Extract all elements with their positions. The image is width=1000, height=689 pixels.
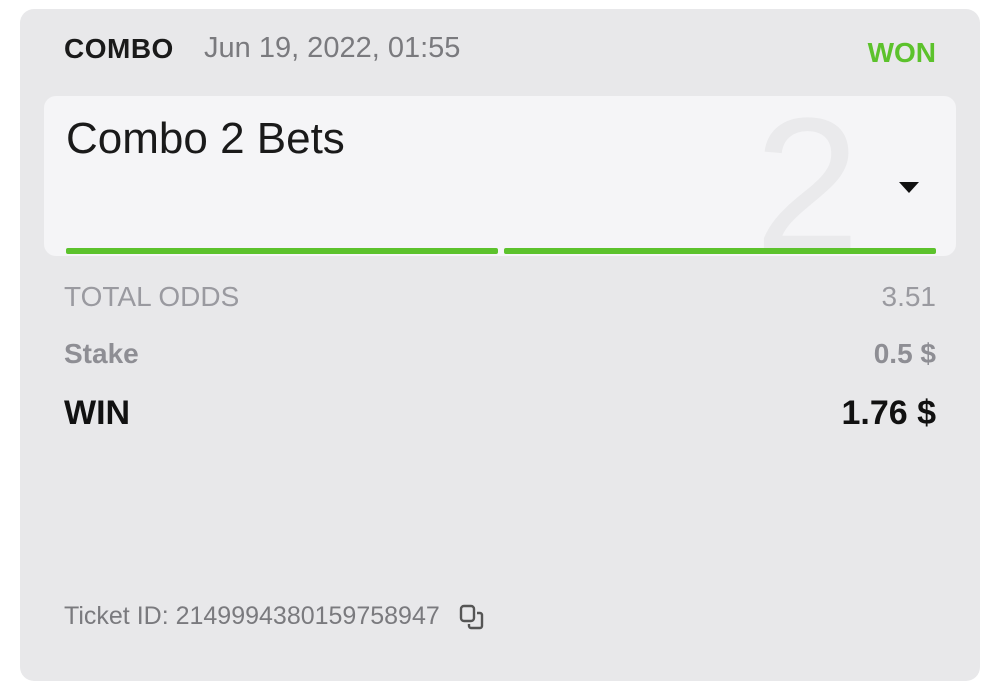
win-row: WIN 1.76 $ [64,394,936,433]
leg-status-bar [504,248,936,254]
legs-progress [66,248,936,254]
copy-icon[interactable] [458,603,486,631]
bet-type-label: COMBO [64,33,174,64]
combo-count-watermark: 2 [754,96,860,256]
stake-label: Stake [64,338,139,369]
status-badge: WON [867,37,936,68]
stake-row: Stake 0.5 $ [64,338,936,370]
bet-card: COMBO Jun 19, 2022, 01:55 WON 2 Combo 2 … [20,9,980,681]
bet-date: Jun 19, 2022, 01:55 [204,32,461,64]
combo-dropdown[interactable]: 2 Combo 2 Bets [44,96,956,256]
ticket-id: Ticket ID: 2149994380159758947 [64,602,440,630]
caret-down-icon[interactable] [899,182,919,193]
ticket-id-row: Ticket ID: 2149994380159758947 [64,602,486,631]
win-label: WIN [64,394,131,432]
leg-status-bar [66,248,498,254]
total-odds-value: 3.51 [881,281,937,312]
win-value: 1.76 $ [841,394,936,432]
combo-title: Combo 2 Bets [66,114,345,163]
total-odds-row: TOTAL ODDS 3.51 [64,281,936,313]
stake-value: 0.5 $ [873,338,936,369]
total-odds-label: TOTAL ODDS [64,281,240,312]
